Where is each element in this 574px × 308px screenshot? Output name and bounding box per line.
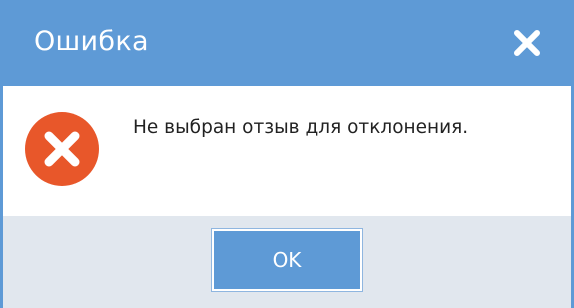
error-icon: [25, 112, 99, 186]
dialog-body: Не выбран отзыв для отклонения.: [3, 86, 571, 216]
error-message: Не выбран отзыв для отклонения.: [133, 117, 469, 138]
close-icon: [514, 30, 540, 56]
dialog-titlebar: Ошибка: [0, 0, 574, 86]
dialog-footer: OK: [3, 216, 571, 308]
error-dialog: Ошибка Не выбран отзыв для отклонения. O…: [0, 0, 574, 308]
close-button[interactable]: [510, 26, 544, 60]
dialog-title: Ошибка: [34, 26, 149, 57]
ok-button[interactable]: OK: [212, 229, 362, 291]
